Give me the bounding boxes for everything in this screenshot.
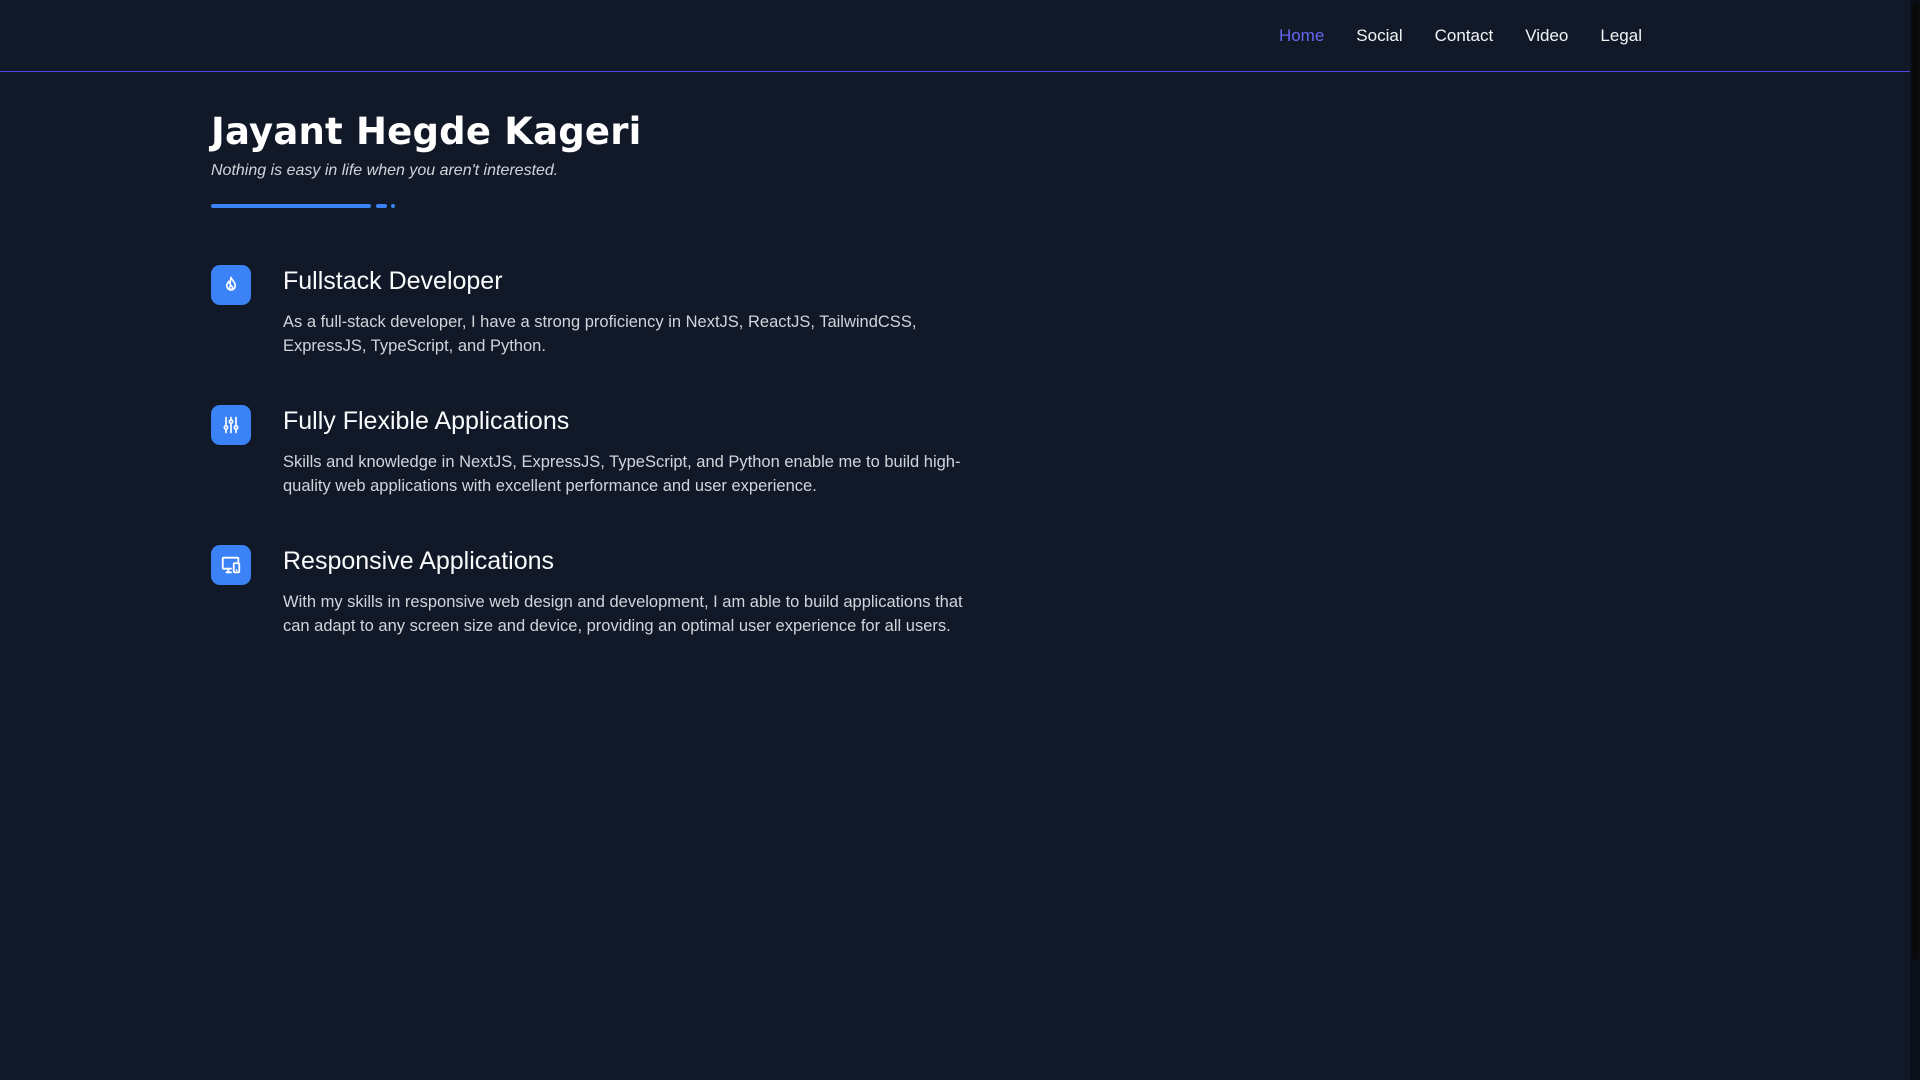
main-nav: Home Social Contact Video Legal [1279,0,1642,72]
nav-social-link[interactable]: Social [1356,26,1402,46]
divider-short-segment [376,204,387,208]
feature-body: Fully Flexible Applications Skills and k… [283,402,971,498]
nav-legal-link[interactable]: Legal [1600,26,1642,46]
divider-dot-segment [391,204,395,208]
hero-section: Jayant Hegde Kageri Nothing is easy in l… [211,108,971,208]
scrollbar-thumb[interactable] [1912,2,1919,960]
nav-video-link[interactable]: Video [1525,26,1568,46]
feature-title: Responsive Applications [283,547,554,575]
feature-description: With my skills in responsive web design … [283,593,963,635]
nav-contact-link[interactable]: Contact [1435,26,1494,46]
accent-divider [211,204,971,208]
page-title: Jayant Hegde Kageri [211,110,642,153]
divider-long-segment [211,204,371,208]
feature-title: Fully Flexible Applications [283,407,570,435]
tagline: Nothing is easy in life when you aren't … [211,162,559,179]
top-navbar: Home Social Contact Video Legal [0,0,1910,72]
feature-item-responsive: Responsive Applications With my skills i… [211,542,971,682]
devices-icon [211,545,251,585]
vertical-scrollbar[interactable] [1910,0,1920,1080]
feature-title: Fullstack Developer [283,267,503,295]
nav-home-link[interactable]: Home [1279,26,1324,46]
feature-description: Skills and knowledge in NextJS, ExpressJ… [283,453,961,495]
feature-item-fullstack: Fullstack Developer As a full-stack deve… [211,262,971,402]
feature-body: Fullstack Developer As a full-stack deve… [283,262,971,358]
feature-description: As a full-stack developer, I have a stro… [283,313,917,355]
flame-icon [211,265,251,305]
page: Home Social Contact Video Legal Jayant H… [0,0,1920,1080]
feature-body: Responsive Applications With my skills i… [283,542,971,638]
feature-item-flexible: Fully Flexible Applications Skills and k… [211,402,971,542]
sliders-icon [211,405,251,445]
features-list: Fullstack Developer As a full-stack deve… [211,262,971,682]
